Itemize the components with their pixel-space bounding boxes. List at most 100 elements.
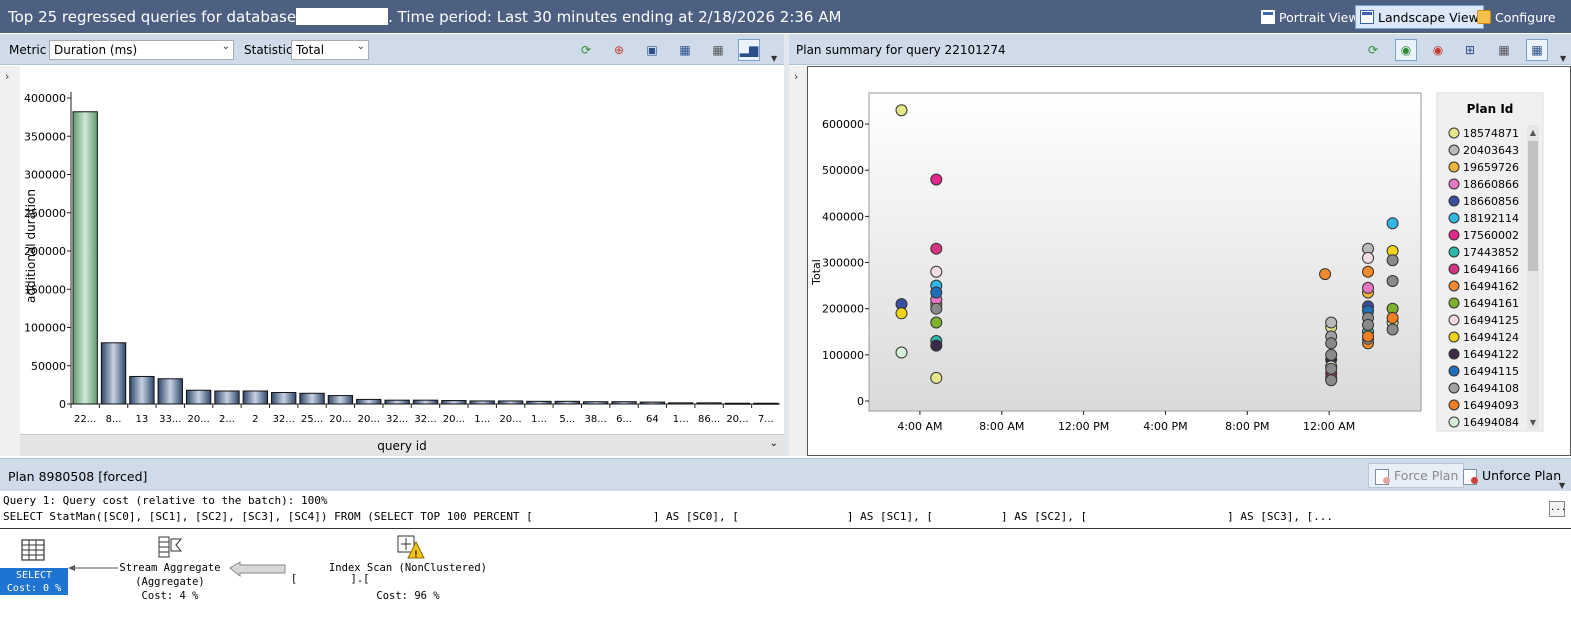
legend-marker xyxy=(1448,195,1460,207)
scatter-point xyxy=(930,265,943,278)
bar xyxy=(271,392,297,405)
regressed-queries-panel: › 0 50000 100000 150000 200000 250000 300000 35… xyxy=(0,66,784,456)
x-tick-label: 38... xyxy=(585,414,607,425)
x-tick-label: 1... xyxy=(531,414,547,425)
y-axis-label: Total xyxy=(810,259,823,286)
track-query-button[interactable]: ⊕ xyxy=(608,39,630,61)
y-tick-label: 50000 xyxy=(31,360,66,373)
bar-chart: 0500001000001500002000002500003000003500… xyxy=(24,92,780,425)
view-query-button[interactable]: ▣ xyxy=(641,39,663,61)
plan-chart-button[interactable]: ▦ xyxy=(1526,39,1548,61)
scatter-point xyxy=(1325,362,1338,375)
compare-plans-button[interactable]: ⊞ xyxy=(1459,39,1481,61)
compare-plans-icon: ⊞ xyxy=(1464,43,1476,57)
legend-scroll-thumb[interactable] xyxy=(1528,141,1538,271)
plan-grid-button[interactable]: ▦ xyxy=(1493,39,1515,61)
unforce-plan-toolbar-button[interactable]: ◉ xyxy=(1427,39,1449,61)
bar xyxy=(668,402,694,405)
scroll-down-icon[interactable]: ▼ xyxy=(1530,418,1537,427)
statistic-select[interactable]: Total ⌄ xyxy=(291,40,369,60)
x-tick-label: 86... xyxy=(698,414,720,425)
plan-bar: Plan 8980508 [forced] Force Plan Unforce… xyxy=(0,458,1571,491)
overflow-icon[interactable]: ▼ xyxy=(1560,54,1566,63)
scatter-point xyxy=(1325,348,1338,361)
stream-aggregate-sublabel: (Aggregate) xyxy=(135,576,205,588)
x-axis-label-bar[interactable]: query id ⌄ xyxy=(20,434,784,456)
index-scan-icon[interactable]: ! xyxy=(397,535,425,560)
y-tick-label: 100000 xyxy=(24,322,66,335)
y-tick-label: 400000 xyxy=(24,92,66,105)
scatter-point xyxy=(1386,254,1399,267)
expand-chevron-icon[interactable]: › xyxy=(5,70,9,83)
plan-summary-panel: › 0 100000 200000 300000 400000 500000 600000 … xyxy=(789,66,1571,456)
plan-thick-arrow xyxy=(229,561,286,578)
x-tick-label: 12:00 PM xyxy=(1058,420,1109,433)
metric-label: Metric xyxy=(9,43,47,57)
scatter-point xyxy=(1386,311,1399,324)
query-window-icon: ▣ xyxy=(646,43,658,57)
y-tick-label: 100000 xyxy=(822,349,864,362)
legend-entry: 18192114 xyxy=(1463,212,1519,225)
legend-marker xyxy=(1448,280,1460,292)
configure-button[interactable]: Configure xyxy=(1473,5,1560,29)
query-store-window: Top 25 regressed queries for database . T… xyxy=(0,0,1571,627)
x-tick-label: 2... xyxy=(219,414,235,425)
select-operator-icon[interactable] xyxy=(21,539,45,561)
query-cost-line: Query 1: Query cost (relative to the bat… xyxy=(3,494,328,507)
x-tick-label: 8... xyxy=(106,414,122,425)
legend-entry: 20403643 xyxy=(1463,144,1519,157)
grid-view-button[interactable]: ▦ xyxy=(674,39,696,61)
legend-entry: 16494125 xyxy=(1463,314,1519,327)
legend-entry: 17443852 xyxy=(1463,246,1519,259)
select-operator[interactable]: SELECT Cost: 0 % xyxy=(0,568,68,595)
force-plan-toolbar-button[interactable]: ◉ xyxy=(1395,39,1417,61)
expand-chevron-icon[interactable]: › xyxy=(794,70,798,83)
scatter-point xyxy=(895,104,908,117)
window-title: Top 25 regressed queries for database . T… xyxy=(8,8,841,26)
plan-label: Plan 8980508 [forced] xyxy=(8,469,148,484)
configure-label: Configure xyxy=(1495,9,1556,25)
refresh-plan-button[interactable]: ⟳ xyxy=(1362,39,1384,61)
legend-entry: 16494122 xyxy=(1463,348,1519,361)
x-tick-label: 4:00 AM xyxy=(897,420,942,433)
portrait-view-icon xyxy=(1261,10,1275,24)
x-tick-label: 20... xyxy=(726,414,748,425)
bar xyxy=(526,400,552,405)
force-plan-button[interactable]: Force Plan xyxy=(1368,463,1465,488)
scatter-point xyxy=(1362,281,1375,294)
stream-aggregate-cost: Cost: 4 % xyxy=(141,590,199,602)
x-tick-label: 1... xyxy=(474,414,490,425)
landscape-view-button[interactable]: Landscape View xyxy=(1355,5,1484,29)
bar xyxy=(497,400,524,405)
legend-entry: 17560002 xyxy=(1463,229,1519,242)
portrait-view-button[interactable]: Portrait View xyxy=(1257,5,1363,29)
more-query-button[interactable]: ... xyxy=(1549,501,1566,517)
x-tick-label: 8:00 AM xyxy=(979,420,1024,433)
bar xyxy=(299,392,325,405)
legend-title: Plan Id xyxy=(1467,102,1514,116)
legend-marker xyxy=(1448,399,1460,411)
y-tick-label: 400000 xyxy=(822,210,864,223)
overflow-icon[interactable]: ▼ xyxy=(1559,481,1565,490)
refresh-button[interactable]: ⟳ xyxy=(575,39,597,61)
x-axis-label: query id xyxy=(377,439,427,453)
bar xyxy=(327,395,354,405)
landscape-view-label: Landscape View xyxy=(1378,9,1479,25)
chevron-down-icon: ⌄ xyxy=(769,438,778,449)
legend-marker xyxy=(1448,144,1460,156)
bar xyxy=(582,401,609,405)
query-text-area[interactable]: Query 1: Query cost (relative to the bat… xyxy=(0,491,1571,529)
force-plan-label: Force Plan xyxy=(1394,468,1459,483)
unforce-plan-button[interactable]: Unforce Plan xyxy=(1457,463,1566,488)
chart-view-button[interactable]: ▂▆ xyxy=(738,39,760,61)
overflow-icon[interactable]: ▼ xyxy=(771,54,777,63)
stream-aggregate-icon[interactable] xyxy=(158,536,183,558)
scatter-point xyxy=(930,339,943,352)
grid-detail-button[interactable]: ▦ xyxy=(707,39,729,61)
bar xyxy=(554,400,580,405)
scatter-point xyxy=(1386,217,1399,230)
y-tick-label: 500000 xyxy=(822,164,864,177)
scroll-up-icon[interactable]: ▲ xyxy=(1530,128,1537,137)
metric-select[interactable]: Duration (ms) ⌄ xyxy=(49,40,234,60)
select-label: SELECT xyxy=(15,570,53,581)
